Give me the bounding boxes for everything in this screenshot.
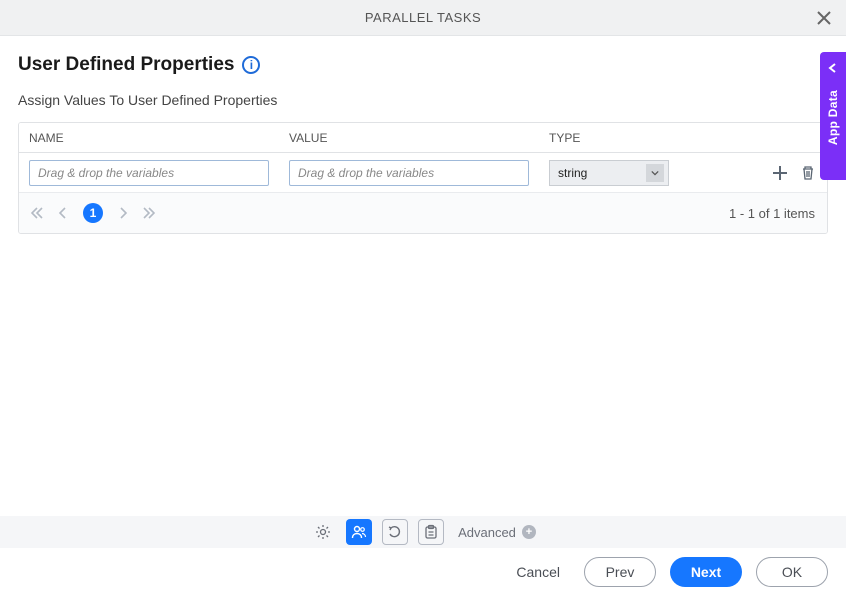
pager-prev-button[interactable]: [57, 207, 69, 219]
page-title: User Defined Properties: [18, 54, 234, 76]
loop-tab-button[interactable]: [382, 519, 408, 545]
form-tab-button[interactable]: [418, 519, 444, 545]
app-data-label: App Data: [826, 90, 840, 145]
chevron-down-icon: [646, 164, 664, 182]
close-icon: [817, 11, 831, 25]
users-icon: [351, 524, 367, 540]
value-input[interactable]: [289, 160, 529, 186]
close-button[interactable]: [814, 8, 834, 28]
page-title-row: User Defined Properties i: [18, 54, 828, 76]
users-tab-button[interactable]: [346, 519, 372, 545]
pager-first-button[interactable]: [31, 207, 43, 219]
name-input[interactable]: [29, 160, 269, 186]
loop-icon: [387, 524, 403, 540]
cancel-button[interactable]: Cancel: [506, 558, 570, 586]
pager-last-button[interactable]: [143, 207, 155, 219]
col-header-name: NAME: [19, 131, 279, 145]
content-area: User Defined Properties i Assign Values …: [0, 36, 846, 234]
clipboard-icon: [423, 524, 439, 540]
pager-current-page[interactable]: 1: [83, 203, 103, 223]
plus-icon: [772, 165, 788, 181]
bottom-toolbar: Advanced +: [0, 516, 846, 548]
col-header-type: TYPE: [539, 131, 699, 145]
advanced-label: Advanced: [458, 525, 516, 540]
col-header-value: VALUE: [279, 131, 539, 145]
titlebar: PARALLEL TASKS: [0, 0, 846, 36]
table-row: string: [19, 153, 827, 193]
chevron-double-right-icon: [143, 207, 155, 219]
app-data-tab[interactable]: App Data: [820, 52, 846, 180]
trash-icon: [800, 165, 816, 181]
chevron-left-icon: [57, 207, 69, 219]
pager: 1 1 - 1 of 1 items: [19, 193, 827, 233]
chevron-right-icon: [117, 207, 129, 219]
prev-button[interactable]: Prev: [584, 557, 656, 587]
chevron-double-left-icon: [31, 207, 43, 219]
pager-summary: 1 - 1 of 1 items: [729, 206, 815, 221]
chevron-left-icon: [828, 60, 838, 78]
gear-icon: [315, 524, 331, 540]
info-icon[interactable]: i: [242, 56, 260, 74]
table-header: NAME VALUE TYPE: [19, 123, 827, 153]
pager-next-button[interactable]: [117, 207, 129, 219]
button-row: Cancel Prev Next OK: [0, 548, 846, 596]
settings-tab-button[interactable]: [310, 519, 336, 545]
delete-row-button[interactable]: [799, 164, 817, 182]
ok-button[interactable]: OK: [756, 557, 828, 587]
plus-circle-icon: +: [522, 525, 536, 539]
page-subtitle: Assign Values To User Defined Properties: [18, 92, 828, 108]
type-select-value: string: [558, 166, 587, 180]
properties-table: NAME VALUE TYPE string: [18, 122, 828, 234]
advanced-toggle[interactable]: Advanced +: [458, 525, 536, 540]
window-title: PARALLEL TASKS: [365, 10, 481, 25]
type-select[interactable]: string: [549, 160, 669, 186]
add-row-button[interactable]: [771, 164, 789, 182]
next-button[interactable]: Next: [670, 557, 742, 587]
